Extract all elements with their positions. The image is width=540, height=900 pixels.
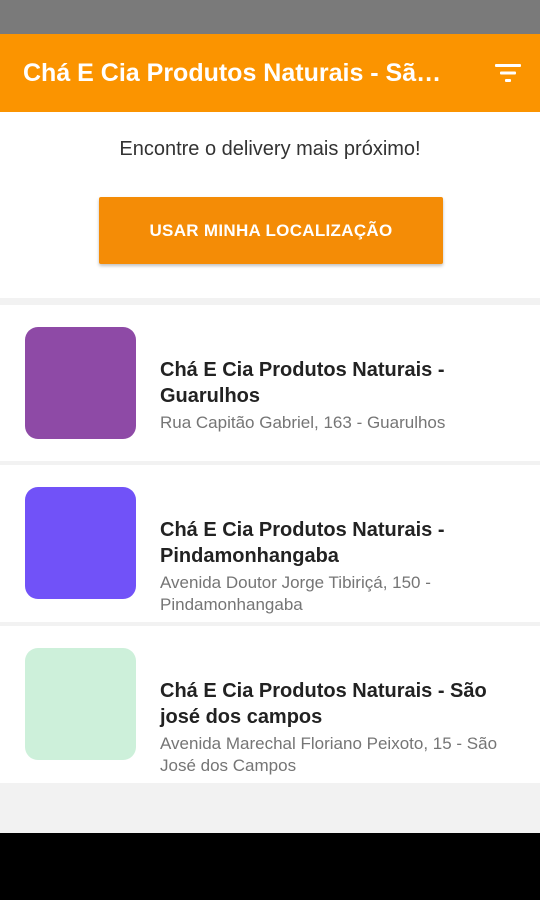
- app-bar: Chá E Cia Produtos Naturais - São José d…: [0, 34, 540, 112]
- status-bar: [0, 0, 540, 34]
- use-my-location-button[interactable]: USAR MINHA LOCALIZAÇÃO: [99, 197, 443, 264]
- store-item[interactable]: Chá E Cia Produtos Naturais - Pindamonha…: [0, 465, 540, 622]
- store-address: Avenida Marechal Floriano Peixoto, 15 - …: [160, 734, 498, 775]
- locate-panel: Encontre o delivery mais próximo! USAR M…: [0, 112, 540, 298]
- store-name: Chá E Cia Produtos Naturais - Guarulhos: [160, 359, 445, 407]
- locate-prompt: Encontre o delivery mais próximo!: [119, 138, 421, 160]
- store-address: Rua Capitão Gabriel, 163 - Guarulhos: [160, 413, 446, 432]
- store-name: Chá E Cia Produtos Naturais - Pindamonha…: [160, 519, 445, 567]
- store-list: Chá E Cia Produtos Naturais - Guarulhos …: [0, 305, 540, 787]
- store-address: Avenida Doutor Jorge Tibiriçá, 150 - Pin…: [160, 573, 431, 614]
- store-item[interactable]: Chá E Cia Produtos Naturais - São josé d…: [0, 626, 540, 783]
- store-thumbnail: [25, 327, 136, 439]
- store-info: Chá E Cia Produtos Naturais - Guarulhos …: [160, 357, 520, 434]
- navigation-bar: [0, 833, 540, 900]
- store-thumbnail: [25, 487, 136, 599]
- store-info: Chá E Cia Produtos Naturais - Pindamonha…: [160, 517, 520, 616]
- store-info: Chá E Cia Produtos Naturais - São josé d…: [160, 678, 520, 777]
- filter-button[interactable]: [492, 57, 524, 89]
- app-title: Chá E Cia Produtos Naturais - São José d…: [23, 59, 455, 87]
- filter-icon: [495, 64, 521, 82]
- store-name: Chá E Cia Produtos Naturais - São josé d…: [160, 680, 487, 728]
- store-thumbnail: [25, 648, 136, 760]
- store-item[interactable]: Chá E Cia Produtos Naturais - Guarulhos …: [0, 305, 540, 461]
